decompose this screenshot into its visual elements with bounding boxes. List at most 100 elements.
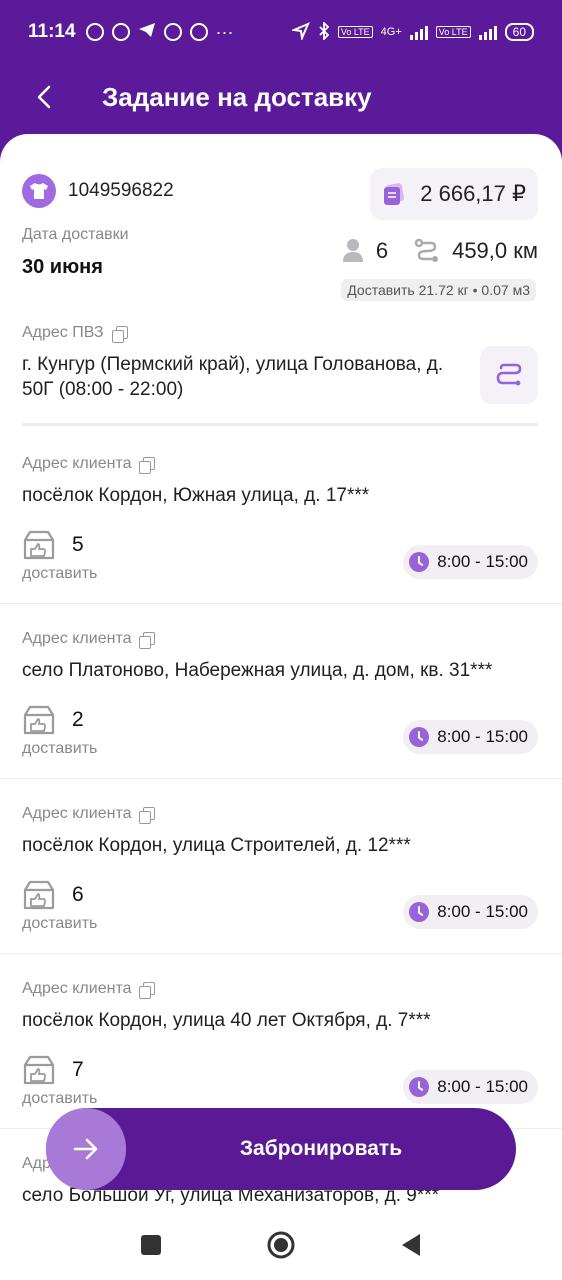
copy-icon[interactable] bbox=[139, 806, 156, 824]
points-count: 6 bbox=[375, 238, 389, 263]
back-button[interactable] bbox=[14, 67, 74, 127]
clock-time: 11:14 bbox=[28, 21, 76, 42]
signal-icon-2 bbox=[478, 24, 497, 40]
route-icon bbox=[496, 363, 522, 386]
items-count: 5 bbox=[72, 533, 84, 556]
headphones-icon bbox=[111, 23, 130, 41]
back-nav-button[interactable] bbox=[391, 1225, 431, 1265]
box-thumbs-up-icon bbox=[23, 530, 55, 560]
items-count: 2 bbox=[72, 708, 84, 731]
square-icon bbox=[141, 1235, 161, 1255]
action-label: доставить bbox=[22, 1090, 98, 1107]
client-address: посёлок Кордон, улица 40 лет Октября, д.… bbox=[22, 1010, 431, 1031]
client-address: село Платоново, Набережная улица, д. дом… bbox=[22, 660, 493, 681]
clock-icon bbox=[409, 552, 430, 572]
signal-icon bbox=[409, 24, 428, 40]
order-id: 1049596822 bbox=[68, 180, 174, 201]
time-window-badge: 8:00 - 15:00 bbox=[403, 720, 538, 754]
app-header: Задание на доставку bbox=[0, 64, 562, 130]
client-card[interactable]: Адрес клиента посёлок Кордон, улица 40 л… bbox=[0, 954, 562, 1129]
shirt-icon bbox=[22, 174, 56, 208]
arrow-button[interactable] bbox=[46, 1108, 126, 1190]
telegram-icon bbox=[138, 21, 156, 44]
items-count: 6 bbox=[72, 883, 84, 906]
app-icon bbox=[163, 23, 182, 41]
bluetooth-icon bbox=[318, 20, 330, 43]
chevron-left-icon bbox=[37, 85, 51, 109]
client-address-label: Адрес клиента bbox=[22, 455, 156, 474]
person-icon bbox=[342, 239, 363, 262]
app-icon-2 bbox=[189, 23, 208, 41]
action-label: доставить bbox=[22, 740, 98, 757]
status-bar: 11:14 ··· Vo LTE 4G+ Vo LTE 60 bbox=[0, 0, 562, 64]
price-badge: 2 666,17 ₽ bbox=[370, 168, 538, 220]
client-address: посёлок Кордон, Южная улица, д. 17*** bbox=[22, 485, 370, 506]
route-button[interactable] bbox=[480, 346, 538, 404]
client-address-label: Адрес клиента bbox=[22, 630, 156, 649]
copy-icon[interactable] bbox=[139, 456, 156, 474]
clock-icon bbox=[409, 727, 430, 747]
distance-stat: 459,0 км bbox=[414, 238, 538, 264]
triangle-back-icon bbox=[402, 1234, 420, 1256]
book-button[interactable]: Забронировать bbox=[46, 1108, 516, 1190]
delivery-date: 30 июня bbox=[22, 256, 103, 278]
arrow-right-icon bbox=[73, 1138, 98, 1160]
pvz-address-label: Адрес ПВЗ bbox=[22, 324, 128, 343]
copy-icon[interactable] bbox=[111, 325, 128, 343]
volte-badge-2: Vo LTE bbox=[435, 26, 471, 38]
time-window-badge: 8:00 - 15:00 bbox=[403, 895, 538, 929]
weight-volume-badge: Доставить 21.72 кг • 0.07 м3 bbox=[341, 279, 536, 301]
client-card[interactable]: Адрес клиента село Платоново, Набережная… bbox=[0, 604, 562, 779]
time-window-badge: 8:00 - 15:00 bbox=[403, 1070, 538, 1104]
volte-badge: Vo LTE bbox=[337, 26, 373, 38]
notification-icons: ··· bbox=[85, 21, 234, 44]
points-stat: 6 bbox=[342, 238, 388, 264]
client-card[interactable]: Адрес клиента посёлок Кордон, улица Стро… bbox=[0, 779, 562, 954]
action-label: доставить bbox=[22, 565, 98, 582]
circle-icon bbox=[267, 1231, 295, 1259]
pvz-address: г. Кунгур (Пермский край), улица Голован… bbox=[22, 354, 444, 400]
client-address-label: Адрес клиента bbox=[22, 980, 156, 999]
client-label-text: Адрес клиента bbox=[22, 805, 132, 822]
location-icon bbox=[290, 21, 310, 43]
section-divider bbox=[22, 423, 538, 426]
box-thumbs-up-icon bbox=[23, 1055, 55, 1085]
action-label: доставить bbox=[22, 915, 98, 932]
box-thumbs-up-icon bbox=[23, 880, 55, 910]
system-nav-bar bbox=[0, 1210, 562, 1280]
page-title: Задание на доставку bbox=[102, 81, 372, 112]
client-address: посёлок Кордон, улица Строителей, д. 12*… bbox=[22, 835, 411, 856]
home-button[interactable] bbox=[261, 1225, 301, 1265]
time-window: 8:00 - 15:00 bbox=[437, 902, 528, 921]
pvz-label-text: Адрес ПВЗ bbox=[22, 324, 104, 341]
more-dots: ··· bbox=[215, 21, 234, 42]
order-stats: 6 459,0 км bbox=[342, 238, 538, 264]
client-label-text: Адрес клиента bbox=[22, 630, 132, 647]
network-type: 4G+ bbox=[380, 26, 402, 38]
clock-icon bbox=[409, 1077, 430, 1097]
order-price: 2 666,17 ₽ bbox=[420, 181, 526, 206]
client-label-text: Адрес клиента bbox=[22, 980, 132, 997]
battery-icon: 60 bbox=[504, 23, 534, 41]
client-label-text: Адрес клиента bbox=[22, 455, 132, 472]
time-window: 8:00 - 15:00 bbox=[437, 1077, 528, 1096]
items-count: 7 bbox=[72, 1058, 84, 1081]
recents-button[interactable] bbox=[131, 1225, 171, 1265]
cash-icon bbox=[380, 182, 408, 206]
route-icon bbox=[414, 238, 439, 262]
copy-icon[interactable] bbox=[139, 631, 156, 649]
time-window: 8:00 - 15:00 bbox=[437, 552, 528, 571]
box-thumbs-up-icon bbox=[23, 705, 55, 735]
client-card[interactable]: Адрес клиента посёлок Кордон, Южная улиц… bbox=[0, 429, 562, 604]
mute-icon bbox=[85, 23, 104, 41]
order-id-row: 1049596822 bbox=[22, 174, 174, 208]
copy-icon[interactable] bbox=[139, 981, 156, 999]
distance-value: 459,0 км bbox=[452, 238, 538, 263]
time-window-badge: 8:00 - 15:00 bbox=[403, 545, 538, 579]
time-window: 8:00 - 15:00 bbox=[437, 727, 528, 746]
delivery-date-label: Дата доставки bbox=[22, 226, 129, 243]
clock-icon bbox=[409, 902, 430, 922]
book-button-label: Забронировать bbox=[239, 1137, 403, 1160]
system-icons: Vo LTE 4G+ Vo LTE 60 bbox=[290, 20, 534, 43]
client-address-label: Адрес клиента bbox=[22, 805, 156, 824]
